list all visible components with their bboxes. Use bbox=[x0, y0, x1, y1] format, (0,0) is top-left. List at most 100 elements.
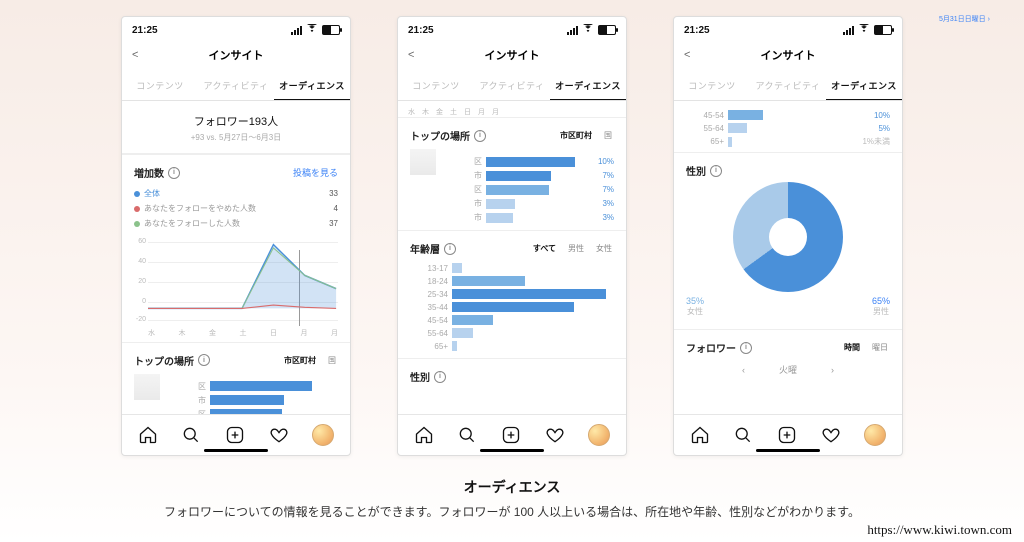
top-location-section: トップの場所i 市区町村国 区10% 市7% 区7% 市3% 市3% bbox=[398, 117, 626, 230]
clock: 21:25 bbox=[132, 25, 158, 36]
gender-donut-chart bbox=[733, 182, 843, 292]
filter-country[interactable]: 国 bbox=[326, 354, 338, 367]
status-bar: 21:25 bbox=[398, 17, 626, 39]
top-location-section: トップの場所i 市区町村国 区 市 区 bbox=[122, 342, 350, 414]
home-icon[interactable] bbox=[414, 425, 434, 445]
age-filter-men[interactable]: 男性 bbox=[566, 242, 586, 255]
gender-section-stub: 性別 i bbox=[398, 358, 626, 388]
male-label: 男性 bbox=[872, 306, 890, 317]
tab-content[interactable]: コンテンツ bbox=[122, 71, 198, 100]
heart-icon[interactable] bbox=[545, 425, 565, 445]
tab-audience[interactable]: オーディエンス bbox=[274, 71, 350, 100]
wifi-icon bbox=[306, 24, 318, 36]
caption-title: オーディエンス bbox=[0, 477, 1024, 497]
follower-hours-section: フォロワーi 時間 曜日 ‹火曜› bbox=[674, 329, 902, 414]
bottom-navbar bbox=[674, 414, 902, 455]
battery-icon bbox=[874, 25, 892, 35]
location-thumbnail bbox=[134, 374, 160, 400]
age-tail-bars: 45-5410% 55-645% 65+1%未満 bbox=[674, 101, 902, 152]
heart-icon[interactable] bbox=[269, 425, 289, 445]
see-posts-link[interactable]: 投稿を見る bbox=[293, 166, 338, 179]
source-url: https://www.kiwi.town.com bbox=[867, 522, 1012, 538]
age-filter-women[interactable]: 女性 bbox=[594, 242, 614, 255]
title-bar: < インサイト bbox=[122, 39, 350, 71]
wifi-icon bbox=[582, 24, 594, 36]
tabs: コンテンツ アクティビティ オーディエンス bbox=[674, 71, 902, 101]
search-icon[interactable] bbox=[457, 425, 477, 445]
page-title: インサイト bbox=[148, 47, 324, 63]
info-icon[interactable]: i bbox=[434, 371, 446, 383]
filter-hour[interactable]: 時間 bbox=[842, 341, 862, 354]
profile-avatar[interactable] bbox=[312, 424, 334, 446]
age-filter-all[interactable]: すべて bbox=[531, 242, 558, 255]
top-location-bars: 区10% 市7% 区7% 市3% 市3% bbox=[440, 149, 614, 226]
tab-content[interactable]: コンテンツ bbox=[674, 71, 750, 100]
wifi-icon bbox=[858, 24, 870, 36]
caption-block: オーディエンス フォロワーについての情報を見ることができます。フォロワーが 10… bbox=[0, 477, 1024, 520]
tab-audience[interactable]: オーディエンス bbox=[550, 71, 626, 100]
home-icon[interactable] bbox=[138, 425, 158, 445]
heart-icon[interactable] bbox=[821, 425, 841, 445]
filter-city[interactable]: 市区町村 bbox=[282, 354, 318, 367]
info-icon[interactable]: i bbox=[474, 130, 486, 142]
profile-avatar[interactable] bbox=[864, 424, 886, 446]
clock: 21:25 bbox=[408, 25, 434, 36]
gender-title: 性別 bbox=[410, 369, 430, 384]
signal-icon bbox=[843, 26, 854, 35]
selected-day: 火曜 bbox=[779, 363, 797, 376]
phone-screenshot-3: 21:25 < インサイト コンテンツ アクティビティ オーディエンス 45-5… bbox=[673, 16, 903, 456]
create-icon[interactable] bbox=[777, 425, 797, 445]
female-label: 女性 bbox=[686, 306, 704, 317]
battery-icon bbox=[322, 25, 340, 35]
signal-icon bbox=[291, 26, 302, 35]
tab-content[interactable]: コンテンツ bbox=[398, 71, 474, 100]
profile-avatar[interactable] bbox=[588, 424, 610, 446]
tab-activity[interactable]: アクティビティ bbox=[474, 71, 550, 100]
search-icon[interactable] bbox=[733, 425, 753, 445]
home-icon[interactable] bbox=[690, 425, 710, 445]
back-chevron-icon[interactable]: < bbox=[408, 49, 424, 61]
phone-screenshot-2: 21:25 < インサイト コンテンツ アクティビティ オーディエンス 水木金土… bbox=[397, 16, 627, 456]
top-location-bars: 区 市 区 bbox=[164, 374, 338, 414]
filter-country[interactable]: 国 bbox=[602, 129, 614, 142]
create-icon[interactable] bbox=[501, 425, 521, 445]
info-icon[interactable]: i bbox=[710, 165, 722, 177]
filter-day[interactable]: 曜日 bbox=[870, 341, 890, 354]
follower-delta: +93 vs. 5月27日〜6月3日 bbox=[122, 132, 350, 143]
caption-body: フォロワーについての情報を見ることができます。フォロワーが 100 人以上いる場… bbox=[0, 503, 1024, 520]
female-pct: 35% bbox=[686, 296, 704, 306]
back-chevron-icon[interactable]: < bbox=[684, 49, 700, 61]
info-icon[interactable]: i bbox=[444, 243, 456, 255]
page-title: インサイト bbox=[424, 47, 600, 63]
age-title: 年齢層 bbox=[410, 241, 440, 256]
search-icon[interactable] bbox=[181, 425, 201, 445]
filter-city[interactable]: 市区町村 bbox=[558, 129, 594, 142]
back-chevron-icon[interactable]: < bbox=[132, 49, 148, 61]
signal-icon bbox=[567, 26, 578, 35]
clock: 21:25 bbox=[684, 25, 710, 36]
create-icon[interactable] bbox=[225, 425, 245, 445]
tab-activity[interactable]: アクティビティ bbox=[750, 71, 826, 100]
info-icon[interactable]: i bbox=[740, 342, 752, 354]
tab-activity[interactable]: アクティビティ bbox=[198, 71, 274, 100]
tabs: コンテンツ アクティビティ オーディエンス bbox=[398, 71, 626, 101]
bottom-navbar bbox=[398, 414, 626, 455]
follower-summary: フォロワー193人 +93 vs. 5月27日〜6月3日 bbox=[122, 101, 350, 154]
age-range-bars: 13-17 18-24 25-34 35-44 45-54 55-64 65+ bbox=[410, 256, 614, 351]
info-icon[interactable]: i bbox=[168, 167, 180, 179]
next-day-icon[interactable]: › bbox=[831, 365, 834, 375]
growth-line-chart: 60 40 20 0 -20 bbox=[134, 238, 338, 338]
age-range-section: 年齢層 i すべて 男性 女性 13-17 18-24 25-34 35-44 4… bbox=[398, 230, 626, 358]
info-icon[interactable]: i bbox=[198, 354, 210, 366]
follower-count: フォロワー193人 bbox=[122, 113, 350, 129]
page-title: インサイト bbox=[700, 47, 876, 63]
tabs: コンテンツ アクティビティ オーディエンス bbox=[122, 71, 350, 101]
bottom-navbar bbox=[122, 414, 350, 455]
status-bar: 21:25 bbox=[674, 17, 902, 39]
title-bar: < インサイト bbox=[674, 39, 902, 71]
follower-hours-bars bbox=[686, 384, 890, 414]
growth-section: 増加数i 投稿を見る 全体33 あなたをフォローをやめた人数4 あなたをフォロー… bbox=[122, 154, 350, 342]
prev-day-icon[interactable]: ‹ bbox=[742, 365, 745, 375]
tab-audience[interactable]: オーディエンス bbox=[826, 71, 902, 100]
battery-icon bbox=[598, 25, 616, 35]
